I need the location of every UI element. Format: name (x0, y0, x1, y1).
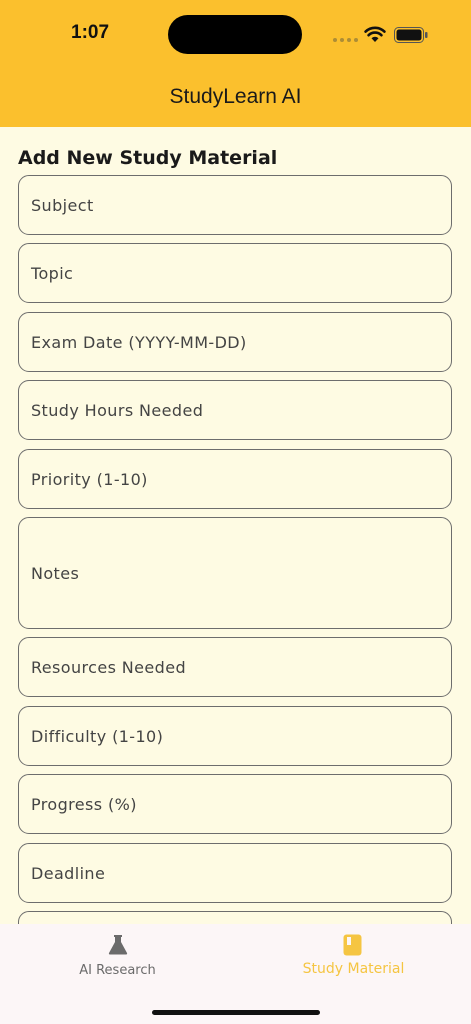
wifi-icon (364, 26, 386, 42)
resources-input[interactable]: Resources Needed (18, 637, 452, 697)
priority-input[interactable]: Priority (1-10) (18, 449, 452, 509)
study-hours-input[interactable]: Study Hours Needed (18, 380, 452, 440)
study-hours-placeholder: Study Hours Needed (31, 400, 204, 420)
tab-ai-research-label: AI Research (79, 963, 156, 978)
tab-bar: AI Research Study Material (0, 924, 471, 1024)
subject-placeholder: Subject (31, 195, 94, 215)
priority-placeholder: Priority (1-10) (31, 469, 148, 489)
deadline-placeholder: Deadline (31, 863, 106, 883)
notes-placeholder: Notes (31, 563, 80, 583)
status-time: 1:07 (71, 22, 110, 43)
difficulty-input[interactable]: Difficulty (1-10) (18, 706, 452, 766)
subject-input[interactable]: Subject (18, 175, 452, 235)
topic-input[interactable]: Topic (18, 243, 452, 303)
topic-placeholder: Topic (31, 263, 74, 283)
form-heading: Add New Study Material (18, 147, 278, 169)
tab-study-material-label: Study Material (302, 961, 405, 977)
book-icon (343, 934, 362, 956)
exam-date-input[interactable]: Exam Date (YYYY-MM-DD) (18, 312, 452, 372)
cellular-signal-icon (333, 38, 358, 42)
progress-input[interactable]: Progress (%) (18, 774, 452, 834)
app-screen: 1:07 StudyLearn AI Add New Study Materia… (0, 0, 471, 1024)
notes-input[interactable]: Notes (18, 517, 452, 629)
exam-date-placeholder: Exam Date (YYYY-MM-DD) (31, 332, 247, 352)
form-scroll-area[interactable]: Add New Study Material Subject Topic Exa… (0, 127, 471, 924)
app-title: StudyLearn AI (169, 85, 302, 108)
dynamic-island (168, 15, 302, 54)
tab-ai-research[interactable]: AI Research (0, 924, 235, 994)
resources-placeholder: Resources Needed (31, 657, 187, 677)
difficulty-placeholder: Difficulty (1-10) (31, 726, 164, 746)
app-header: 1:07 StudyLearn AI (0, 0, 471, 127)
progress-placeholder: Progress (%) (31, 794, 137, 814)
flask-icon (108, 935, 128, 955)
home-indicator[interactable] (152, 1010, 320, 1015)
deadline-input[interactable]: Deadline (18, 843, 452, 903)
next-field-input[interactable] (18, 911, 452, 924)
tab-study-material[interactable]: Study Material (236, 924, 471, 994)
battery-icon (394, 27, 428, 43)
